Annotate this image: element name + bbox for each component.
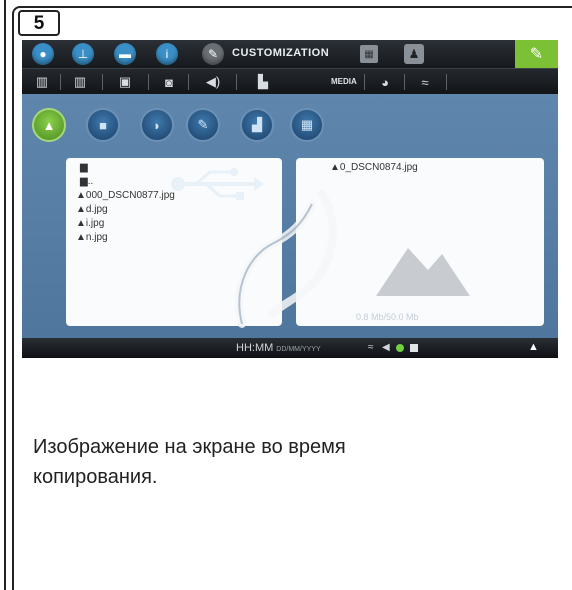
picture-icon[interactable]: ▣ [110, 73, 140, 91]
image-placeholder-icon [376, 248, 470, 296]
list-item[interactable]: ▲d.jpg [76, 204, 108, 215]
caption-text: Изображение на экране во время копирован… [33, 436, 346, 488]
tray-icon[interactable]: ▬ [114, 43, 136, 65]
divider [148, 74, 149, 90]
wifi-status-icon: ≈ [368, 342, 374, 353]
media-folder-icon[interactable]: ▙ [248, 73, 278, 91]
wrench-icon[interactable]: ✎ [515, 40, 558, 68]
list-item[interactable]: ▲n.jpg [76, 232, 108, 243]
status-led-icon [396, 344, 404, 352]
file-name: n.jpg [85, 232, 108, 243]
divider [188, 74, 189, 90]
divider [404, 74, 405, 90]
speaker-icon[interactable]: ◀) [198, 73, 228, 91]
image-icon: ▲ [76, 218, 86, 229]
document-tab[interactable]: ✎ [186, 108, 220, 142]
info-icon[interactable]: i [156, 43, 178, 65]
file-name: .. [87, 176, 94, 187]
level-icon[interactable]: ⊥ [72, 43, 94, 65]
date-value: DD/MM/YYYY [276, 346, 321, 353]
status-bar: HH:MM DD/MM/YYYY ≈ ◀ ▲ [22, 338, 558, 358]
wifi-icon[interactable]: ≈ [412, 73, 438, 91]
list-item[interactable]: ▆.. [80, 176, 93, 187]
disk-icon[interactable]: ◙ [156, 73, 182, 91]
folder-icon: ▆ [80, 176, 88, 187]
top-bar: ● ⊥ ▬ i ✎ CUSTOMIZATION ▦ ♟ ✎ [22, 40, 558, 68]
image-icon: ▲ [76, 190, 86, 201]
step-number: 5 [18, 10, 60, 36]
calendar-icon[interactable]: ▦ [360, 45, 378, 63]
video-tab[interactable]: ■ [86, 108, 120, 142]
file-name: 0_DSCN0874.jpg [339, 162, 418, 173]
book-open-icon[interactable]: ▥ [66, 73, 94, 91]
battery-icon [410, 344, 418, 352]
divider [236, 74, 237, 90]
picture-tab[interactable]: ▲ [32, 108, 66, 142]
time-value: HH:MM [236, 342, 274, 354]
volume-status-icon: ◀ [382, 342, 390, 353]
audio-tab[interactable]: ◗ [140, 108, 174, 142]
customization-label: CUSTOMIZATION [232, 47, 330, 59]
scroll-up-icon[interactable]: ▲ [528, 341, 539, 353]
list-item[interactable]: ▲i.jpg [76, 218, 104, 229]
slideshow-tab[interactable]: ▟ [240, 108, 274, 142]
user-icon[interactable]: ♟ [404, 44, 424, 64]
divider [446, 74, 447, 90]
divider [60, 74, 61, 90]
list-item[interactable]: ▲0_DSCN0874.jpg [330, 162, 418, 173]
file-name: 000_DSCN0877.jpg [85, 190, 175, 201]
image-icon: ▲ [76, 204, 86, 215]
media-label[interactable]: MEDIA [331, 77, 357, 86]
brush-icon[interactable]: ✎ [202, 43, 224, 65]
drop-icon[interactable]: ● [32, 43, 54, 65]
file-name: i.jpg [85, 218, 105, 229]
palette-icon[interactable]: ◕ [372, 73, 398, 91]
divider [364, 74, 365, 90]
file-name: d.jpg [85, 204, 108, 215]
book-icon[interactable]: ▥ [28, 73, 56, 91]
divider [102, 74, 103, 90]
media-content: ▲ ■ ◗ ✎ ▟ ▦ ▆ ▆.. ▲000_DSCN0877.jpg ▲d.j… [22, 94, 558, 338]
folder-icon: ▆ [80, 162, 88, 173]
other-tab[interactable]: ▦ [290, 108, 324, 142]
device-screen: ● ⊥ ▬ i ✎ CUSTOMIZATION ▦ ♟ ✎ ▥ ▥ ▣ ◙ ◀)… [22, 40, 558, 358]
list-item[interactable]: ▆ [80, 162, 88, 173]
list-item[interactable]: ▲000_DSCN0877.jpg [76, 190, 175, 201]
clock: HH:MM DD/MM/YYYY [236, 342, 321, 354]
copy-progress-icon [235, 190, 337, 328]
left-margin-line [4, 0, 6, 590]
secondary-bar: ▥ ▥ ▣ ◙ ◀) ▙ MEDIA ◕ ≈ [22, 68, 558, 95]
image-icon: ▲ [330, 162, 340, 173]
image-icon: ▲ [76, 232, 86, 243]
